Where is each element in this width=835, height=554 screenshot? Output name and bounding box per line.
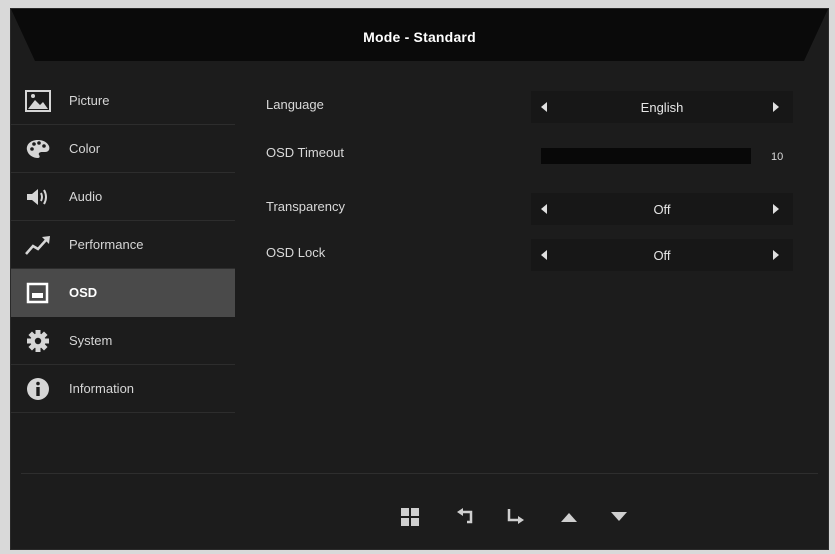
osd-lock-row[interactable]: OSD Lock Off	[266, 231, 811, 279]
osd-timeout-label: OSD Timeout	[266, 145, 345, 160]
info-icon	[23, 376, 53, 402]
sidebar-item-information[interactable]: Information	[11, 365, 235, 413]
osd-lock-selector[interactable]: Off	[531, 239, 793, 271]
sidebar-item-label: Information	[69, 381, 135, 396]
arrow-left-icon[interactable]	[541, 250, 547, 260]
sidebar-item-label: Audio	[69, 189, 103, 204]
osd-lock-label: OSD Lock	[266, 245, 326, 260]
osd-timeout-row[interactable]: OSD Timeout 10	[266, 131, 811, 179]
arrow-right-icon[interactable]	[773, 250, 779, 260]
down-icon[interactable]	[607, 505, 631, 529]
gear-icon	[23, 328, 53, 354]
picture-icon	[23, 88, 53, 114]
up-icon[interactable]	[557, 505, 581, 529]
sidebar-item-label: Performance	[69, 237, 144, 252]
enter-icon[interactable]	[503, 505, 527, 529]
palette-icon	[23, 136, 53, 162]
sidebar-menu: Picture Color Audio Performance OSD Syst…	[11, 77, 235, 422]
performance-icon	[23, 232, 53, 258]
mode-title: Mode - Standard	[363, 29, 476, 45]
language-selector[interactable]: English	[531, 91, 793, 123]
menu-icon[interactable]	[398, 505, 422, 529]
osd-timeout-slider[interactable]	[541, 148, 751, 164]
back-icon[interactable]	[453, 505, 477, 529]
sidebar-item-system[interactable]: System	[11, 317, 235, 365]
transparency-value: Off	[653, 202, 671, 217]
transparency-selector[interactable]: Off	[531, 193, 793, 225]
arrow-right-icon[interactable]	[773, 102, 779, 112]
osd-settings-panel: Language English OSD Timeout 10 Transpar…	[266, 77, 811, 297]
arrow-left-icon[interactable]	[541, 102, 547, 112]
osd-header: Mode - Standard	[11, 9, 828, 71]
sidebar-item-picture[interactable]: Picture	[11, 77, 235, 125]
speaker-icon	[23, 184, 53, 210]
sidebar-item-label: Color	[69, 141, 101, 156]
sidebar-item-label: OSD	[69, 285, 98, 300]
arrow-left-icon[interactable]	[541, 204, 547, 214]
footer-divider	[21, 473, 818, 474]
osd-icon	[23, 280, 53, 306]
sidebar-item-audio[interactable]: Audio	[11, 173, 235, 221]
transparency-row[interactable]: Transparency Off	[266, 185, 811, 233]
sidebar-item-performance[interactable]: Performance	[11, 221, 235, 269]
sidebar-item-osd[interactable]: OSD	[11, 269, 235, 317]
language-label: Language	[266, 97, 324, 112]
transparency-label: Transparency	[266, 199, 345, 214]
sidebar-item-label: System	[69, 333, 113, 348]
language-row[interactable]: Language English	[266, 83, 811, 131]
osd-timeout-value: 10	[771, 151, 784, 163]
sidebar-item-color[interactable]: Color	[11, 125, 235, 173]
footer-button-bar	[381, 499, 641, 535]
osd-lock-value: Off	[653, 248, 671, 263]
osd-window: Mode - Standard Picture Color Audio Perf…	[10, 8, 829, 550]
language-value: English	[640, 100, 684, 115]
arrow-right-icon[interactable]	[773, 204, 779, 214]
sidebar-item-label: Picture	[69, 93, 110, 108]
